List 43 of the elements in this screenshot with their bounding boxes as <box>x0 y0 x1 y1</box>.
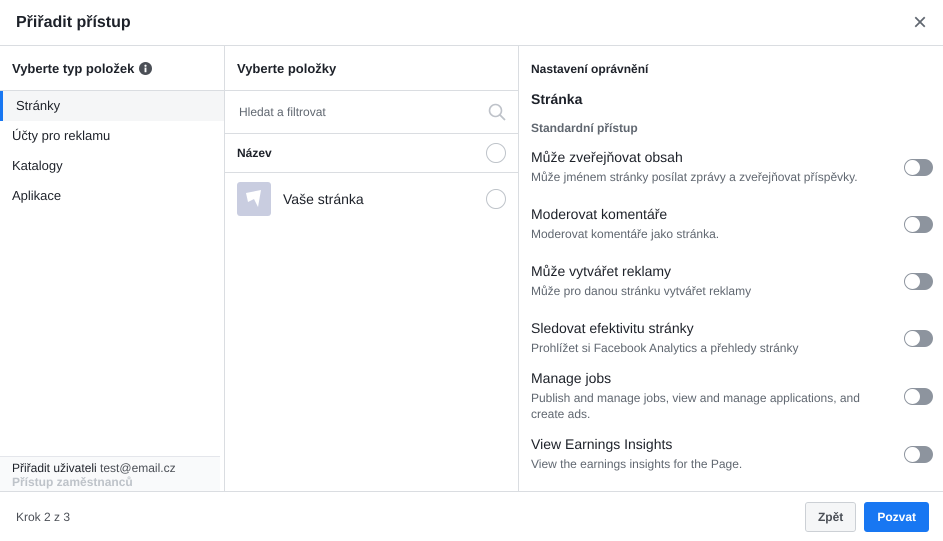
permission-description: Publish and manage jobs, view and manage applications, and create ads. <box>531 390 861 422</box>
permission-title: Moderovat komentáře <box>531 206 668 222</box>
permission-title: Manage jobs <box>531 370 612 386</box>
info-icon[interactable] <box>139 62 152 74</box>
assign-label: Přiřadit uživateli <box>12 461 97 475</box>
dialog-title: Přiřadit přístup <box>16 14 131 32</box>
item-radio[interactable] <box>486 189 506 209</box>
permission-description: Prohlížet si Facebook Analytics a přehledy stránky <box>531 340 800 356</box>
group-label: Standardní přístup <box>531 120 639 135</box>
invite-button[interactable]: Pozvat <box>864 502 929 532</box>
permission-toggle[interactable] <box>904 330 933 346</box>
access-level: Přístup zaměstnanců <box>12 475 133 489</box>
section-title: Stránka <box>531 90 584 107</box>
permission-toggle[interactable] <box>904 272 933 290</box>
permission-description: Může jménem stránky posílat zprávy a zveřejňovat příspěvky. <box>531 169 859 185</box>
permission-toggle[interactable] <box>904 158 933 176</box>
permission-title: Sledovat efektivitu stránky <box>531 320 695 336</box>
column-heading: Nastavení oprávnění <box>531 61 650 76</box>
item-type[interactable]: Aplikace <box>0 181 224 211</box>
search-field[interactable]: Hledat a filtrovat <box>237 104 488 120</box>
column-heading: Vyberte typ položek <box>12 60 134 76</box>
item-type[interactable]: Katalogy <box>0 151 224 181</box>
permission-description: View the earnings insights for the Page. <box>531 456 744 472</box>
item-name: Vaše stránka <box>283 191 365 207</box>
select-all-radio[interactable] <box>486 143 506 163</box>
search-icon <box>488 103 506 121</box>
permission-title: View Earnings Insights <box>531 436 674 452</box>
close-button[interactable]: × <box>908 10 931 34</box>
user-email: test@email.cz <box>100 461 176 475</box>
permission-description: Moderovat komentáře jako stránka. <box>531 226 720 242</box>
step-indicator: Krok 2 z 3 <box>16 510 70 524</box>
item-type[interactable]: Stránky <box>0 91 224 121</box>
permission-title: Může zveřejňovat obsah <box>531 149 684 165</box>
permission-title: Může vytvářet reklamy <box>531 263 672 279</box>
permission-description: Může pro danou stránku vytvářet reklamy <box>531 283 752 299</box>
flag-icon <box>237 182 271 216</box>
back-button[interactable]: Zpět <box>804 502 856 532</box>
column-header: Název <box>237 146 273 160</box>
column-heading: Vyberte položky <box>237 60 336 76</box>
permission-toggle[interactable] <box>904 388 933 404</box>
permission-toggle[interactable] <box>904 446 933 462</box>
item-type[interactable]: Účty pro reklamu <box>0 121 224 151</box>
permission-toggle[interactable] <box>904 216 933 232</box>
